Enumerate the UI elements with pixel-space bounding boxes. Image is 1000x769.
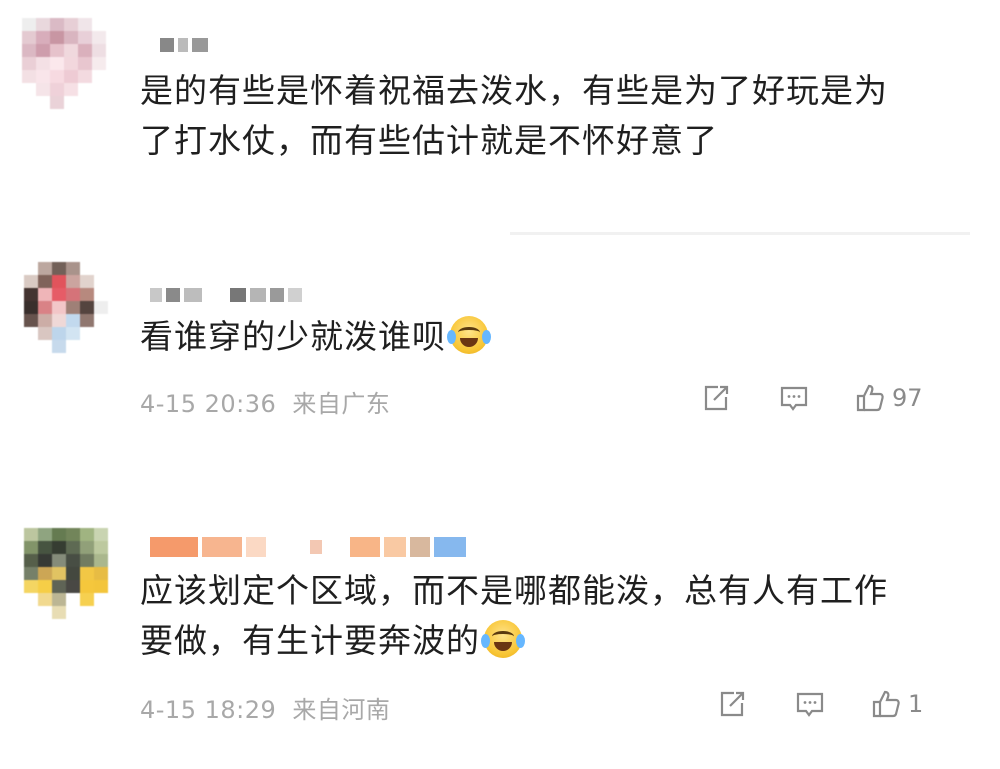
comment-text-line: 了打水仗，而有些估计就是不怀好意了 [140, 121, 718, 160]
comment-icon[interactable] [794, 688, 826, 720]
username-blurred[interactable] [150, 284, 302, 306]
like-count: 97 [892, 384, 923, 412]
laughing-crying-emoji-icon [447, 316, 491, 354]
comment-text: 看谁穿的少就泼谁呗 [140, 312, 940, 362]
avatar-blurred[interactable] [24, 528, 108, 632]
comment-text-line-content: 要做，有生计要奔波的 [140, 621, 480, 660]
comment-text-line: 应该划定个区域，而不是哪都能泼，总有人有工作 [140, 571, 888, 610]
comment-time: 4-15 18:29 [140, 696, 277, 724]
comment-actions: 1 [716, 688, 923, 720]
comment-actions: 97 [700, 382, 923, 414]
thumbs-up-icon[interactable] [870, 688, 902, 720]
share-icon[interactable] [716, 688, 748, 720]
comment-location: 来自河南 [292, 696, 391, 724]
comment-text: 应该划定个区域，而不是哪都能泼，总有人有工作 要做，有生计要奔波的 [140, 566, 940, 666]
comment-text: 是的有些是怀着祝福去泼水，有些是为了好玩是为 了打水仗，而有些估计就是不怀好意了 [140, 66, 940, 166]
avatar-blurred[interactable] [22, 18, 106, 122]
divider [510, 232, 970, 235]
comment-meta: 4-15 18:29 来自河南 [140, 690, 390, 725]
avatar-blurred[interactable] [24, 262, 108, 366]
comment-icon[interactable] [778, 382, 810, 414]
comment-time: 4-15 20:36 [140, 390, 277, 418]
comment-meta: 4-15 20:36 来自广东 [140, 384, 390, 419]
comment-text-line: 要做，有生计要奔波的 [140, 616, 940, 666]
username-blurred[interactable] [160, 34, 208, 56]
share-icon[interactable] [700, 382, 732, 414]
thumbs-up-icon[interactable] [854, 382, 886, 414]
like-count: 1 [908, 690, 924, 718]
username-blurred[interactable] [150, 534, 466, 560]
laughing-crying-emoji-icon [481, 620, 525, 658]
comment-location: 来自广东 [292, 390, 391, 418]
comment-text-line: 是的有些是怀着祝福去泼水，有些是为了好玩是为 [140, 71, 888, 110]
comment-text-line: 看谁穿的少就泼谁呗 [140, 317, 446, 356]
